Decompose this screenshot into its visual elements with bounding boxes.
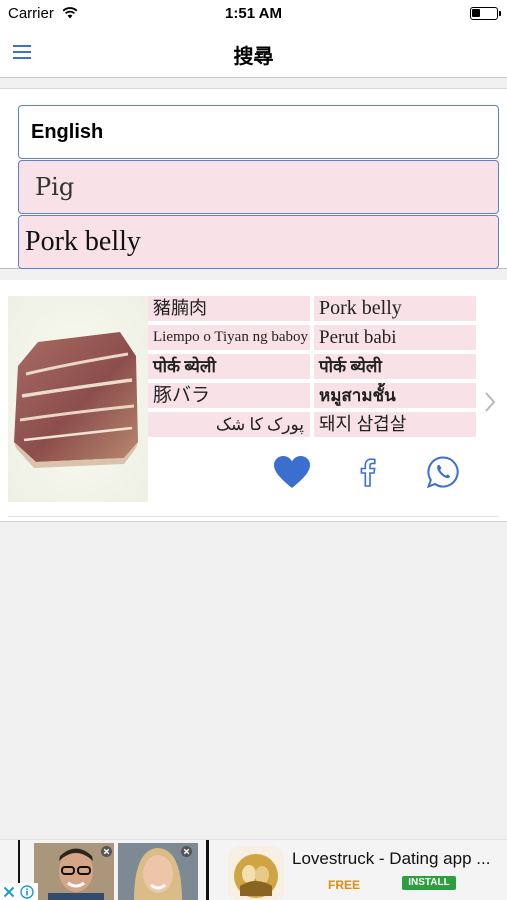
chevron-right-icon[interactable] xyxy=(484,391,496,413)
hamburger-menu-icon[interactable] xyxy=(12,42,34,62)
status-bar: Carrier 1:51 AM xyxy=(0,0,507,28)
translation-japanese: 豚バラ xyxy=(148,383,310,408)
language-field[interactable]: English xyxy=(18,105,499,159)
whatsapp-icon xyxy=(426,456,459,489)
page-title: 搜尋 xyxy=(233,46,274,68)
whatsapp-share-button[interactable] xyxy=(423,453,463,491)
heart-icon xyxy=(274,456,310,488)
clock: 1:51 AM xyxy=(225,5,282,22)
ad-banner[interactable]: Lovestruck - Dating app ... FREE INSTALL xyxy=(0,839,507,900)
translation-urdu: پورک کا شک xyxy=(148,412,310,437)
ad-title[interactable]: Lovestruck - Dating app ... xyxy=(292,849,502,869)
ad-app-icon[interactable] xyxy=(228,846,284,900)
translation-thai: หมูสามชั้น xyxy=(314,383,476,408)
translation-nepali: पोर्क ब्येली xyxy=(314,354,476,379)
battery-icon xyxy=(470,7,501,20)
translation-tagalog: Liempo o Tiyan ng baboy xyxy=(148,325,310,350)
navigation-bar: 搜尋 xyxy=(0,28,507,78)
ad-price: FREE xyxy=(328,878,361,892)
ad-choices[interactable] xyxy=(0,883,38,900)
search-panel: English Pig Pork belly xyxy=(0,88,507,269)
facebook-icon xyxy=(360,458,376,487)
close-icon[interactable] xyxy=(181,846,192,857)
pork-belly-photo xyxy=(8,296,148,502)
info-icon[interactable] xyxy=(20,885,34,899)
translation-korean: 돼지 삼겹살 xyxy=(314,412,476,437)
favorite-button[interactable] xyxy=(271,453,313,491)
facebook-share-button[interactable] xyxy=(350,453,386,491)
translation-english: Pork belly xyxy=(314,296,476,321)
translation-chinese: 豬腩肉 xyxy=(148,296,310,321)
search-word-field[interactable]: Pig xyxy=(18,160,499,214)
translation-hindi: पोर्क ब्येली xyxy=(148,354,310,379)
close-icon[interactable] xyxy=(101,846,112,857)
result-card[interactable]: 豬腩肉 Pork belly Liempo o Tiyan ng baboy P… xyxy=(0,280,507,522)
ad-install-button[interactable]: INSTALL xyxy=(402,876,456,890)
translation-malay: Perut babi xyxy=(314,325,476,350)
close-icon[interactable] xyxy=(3,886,15,898)
result-word-field[interactable]: Pork belly xyxy=(18,215,499,269)
